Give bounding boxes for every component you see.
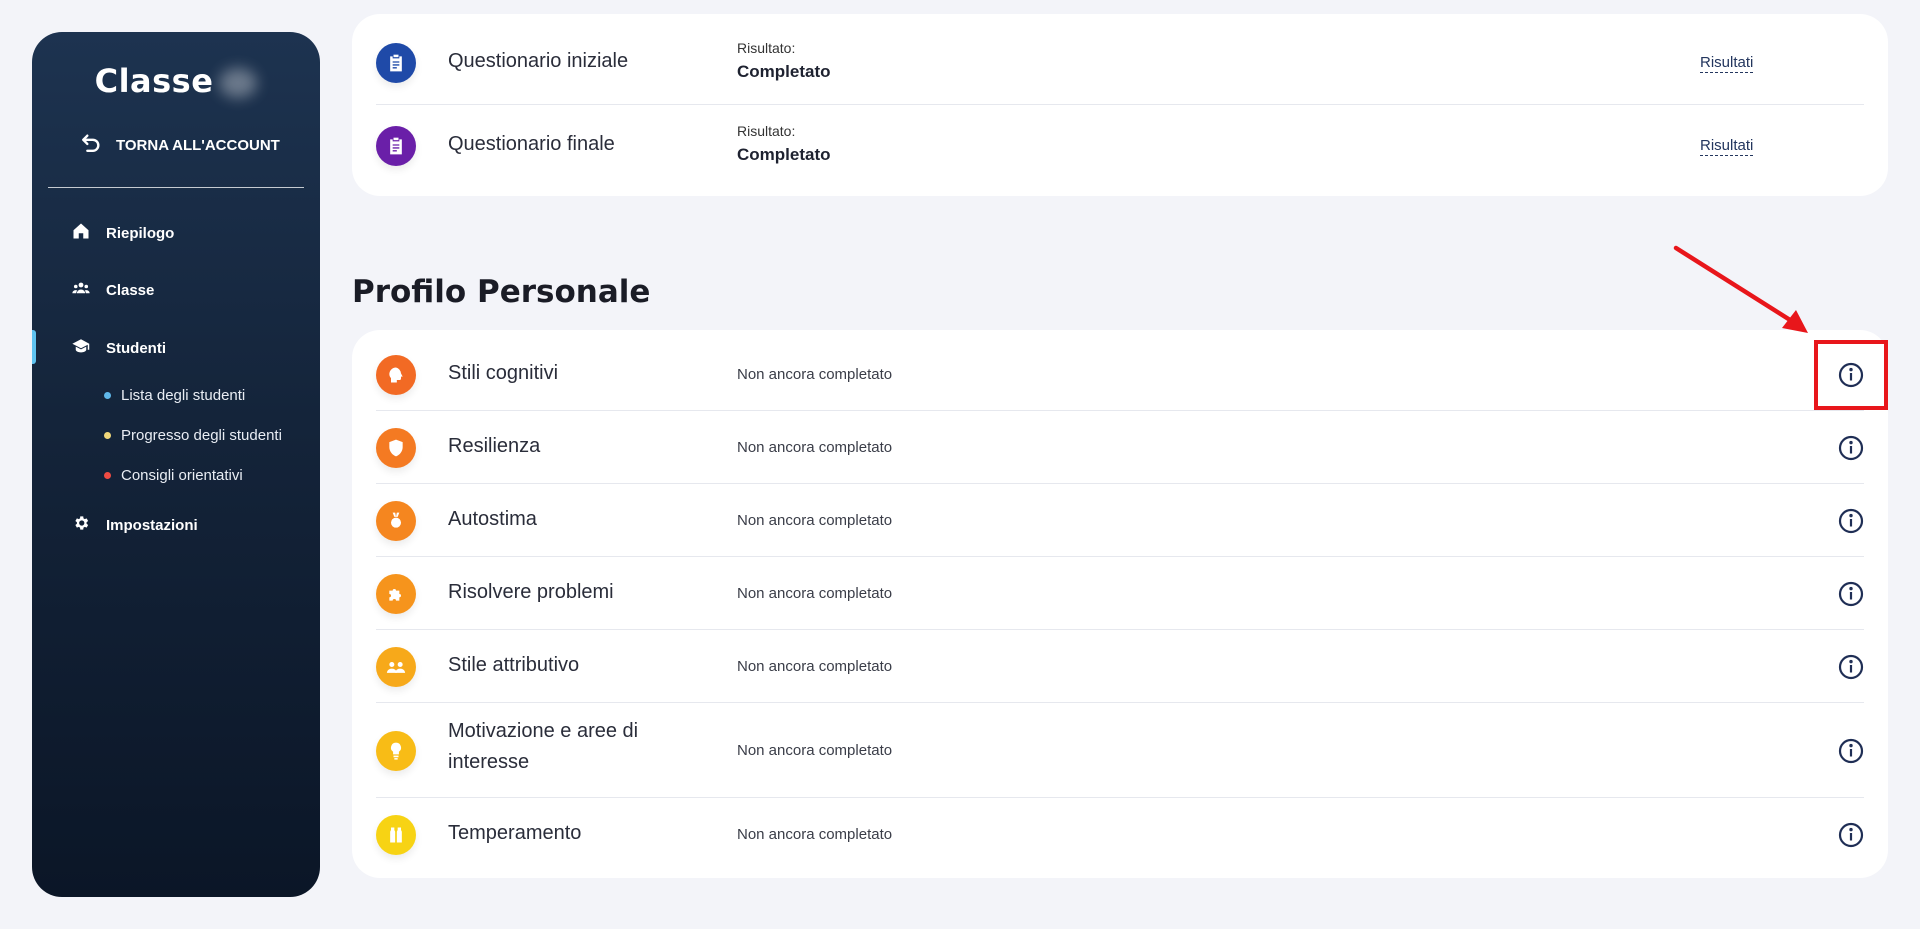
profile-title: Stile attributivo (448, 654, 580, 676)
dot-blue-icon (104, 392, 111, 399)
sidebar-item-label: Riepilogo (106, 224, 175, 242)
profile-title: Temperamento (448, 822, 582, 844)
sidebar-item-label: Impostazioni (106, 516, 198, 534)
list-item: Autostima Non ancora completato (376, 501, 1864, 541)
active-indicator (32, 330, 36, 364)
result-value: Completato (737, 145, 831, 164)
status-text: Non ancora completato (737, 512, 893, 529)
profile-title: Stili cognitivi (448, 362, 559, 384)
sidebar-item-classe[interactable]: Classe (72, 279, 154, 301)
sidebar: Classe TORNA ALL'ACCOUNT Riepilogo Class… (32, 32, 320, 897)
back-to-account-button[interactable]: TORNA ALL'ACCOUNT (80, 132, 280, 158)
sidebar-subitem-label: Consigli orientativi (121, 467, 243, 484)
sidebar-item-impostazioni[interactable]: Impostazioni (72, 514, 198, 536)
results-link[interactable]: Risultati (1700, 54, 1754, 73)
list-item: Stile attributivo Non ancora completato (376, 647, 1864, 687)
sidebar-subitem-progresso[interactable]: Progresso degli studenti (104, 427, 282, 444)
profile-title: Motivazione e aree di interesse (448, 720, 639, 773)
medal-icon (376, 501, 416, 541)
info-icon[interactable] (1838, 654, 1864, 680)
list-item: Risolvere problemi Non ancora completato (376, 574, 1864, 614)
sidebar-item-studenti[interactable]: Studenti (72, 337, 166, 359)
result-value: Completato (737, 62, 831, 81)
row-divider (376, 702, 1864, 703)
info-icon[interactable] (1838, 581, 1864, 607)
status-text: Non ancora completato (737, 585, 893, 602)
lightbulb-icon (376, 731, 416, 771)
annotation-highlight-box (1814, 340, 1888, 410)
list-item: Resilienza Non ancora completato (376, 428, 1864, 468)
clipboard-icon (376, 126, 416, 166)
status-text: Non ancora completato (737, 439, 893, 456)
sidebar-item-riepilogo[interactable]: Riepilogo (72, 222, 174, 244)
result-label: Risultato: (737, 123, 796, 139)
clipboard-icon (376, 43, 416, 83)
row-divider (376, 629, 1864, 630)
sidebar-item-label: Studenti (106, 339, 166, 357)
list-item: Questionario finale Risultato: Completat… (376, 123, 1864, 166)
info-icon[interactable] (1838, 822, 1864, 848)
info-icon[interactable] (1838, 738, 1864, 764)
profile-title: Resilienza (448, 435, 541, 457)
info-icon[interactable] (1838, 435, 1864, 461)
list-item: Questionario iniziale Risultato: Complet… (376, 40, 1864, 83)
undo-arrow-icon (80, 132, 102, 158)
questionnaire-title: Questionario finale (448, 133, 615, 155)
result-label: Risultato: (737, 40, 796, 56)
brand-title: Classe (32, 62, 320, 100)
status-text: Non ancora completato (737, 366, 893, 383)
profile-card: Stili cognitivi Non ancora completato Re… (352, 330, 1888, 878)
blurred-class-name (219, 68, 258, 98)
list-item: Stili cognitivi Non ancora completato (376, 355, 1864, 395)
status-text: Non ancora completato (737, 826, 893, 843)
profile-title: Autostima (448, 508, 537, 530)
dot-yellow-icon (104, 432, 111, 439)
sidebar-subitem-lista[interactable]: Lista degli studenti (104, 387, 245, 404)
back-label: TORNA ALL'ACCOUNT (116, 136, 280, 154)
sidebar-subitem-label: Progresso degli studenti (121, 427, 282, 444)
shield-icon (376, 428, 416, 468)
status-text: Non ancora completato (737, 658, 893, 675)
results-link[interactable]: Risultati (1700, 137, 1754, 156)
list-item: Motivazione e aree di interesse Non anco… (376, 720, 1864, 773)
list-item: Temperamento Non ancora completato (376, 815, 1864, 855)
row-divider (376, 104, 1864, 105)
brain-icon (376, 355, 416, 395)
questionnaire-title: Questionario iniziale (448, 50, 629, 72)
sidebar-subitem-label: Lista degli studenti (121, 387, 246, 404)
puzzle-icon (376, 574, 416, 614)
brand-label: Classe (94, 62, 214, 100)
annotation-arrow-icon (1673, 245, 1808, 333)
bottles-icon (376, 815, 416, 855)
section-title: Profilo Personale (352, 274, 651, 310)
graduation-cap-icon (72, 337, 90, 359)
sidebar-item-label: Classe (106, 281, 155, 299)
group-icon (72, 279, 90, 301)
dot-red-icon (104, 472, 111, 479)
questionnaires-card: Questionario iniziale Risultato: Complet… (352, 14, 1888, 196)
home-icon (72, 222, 90, 244)
sidebar-subitem-consigli[interactable]: Consigli orientativi (104, 467, 243, 484)
row-divider (376, 483, 1864, 484)
people-icon (376, 647, 416, 687)
row-divider (376, 410, 1864, 411)
sidebar-divider (48, 187, 304, 188)
row-divider (376, 556, 1864, 557)
row-divider (376, 797, 1864, 798)
info-icon[interactable] (1838, 508, 1864, 534)
profile-title: Risolvere problemi (448, 581, 614, 603)
status-text: Non ancora completato (737, 742, 893, 759)
gear-icon (72, 514, 90, 536)
